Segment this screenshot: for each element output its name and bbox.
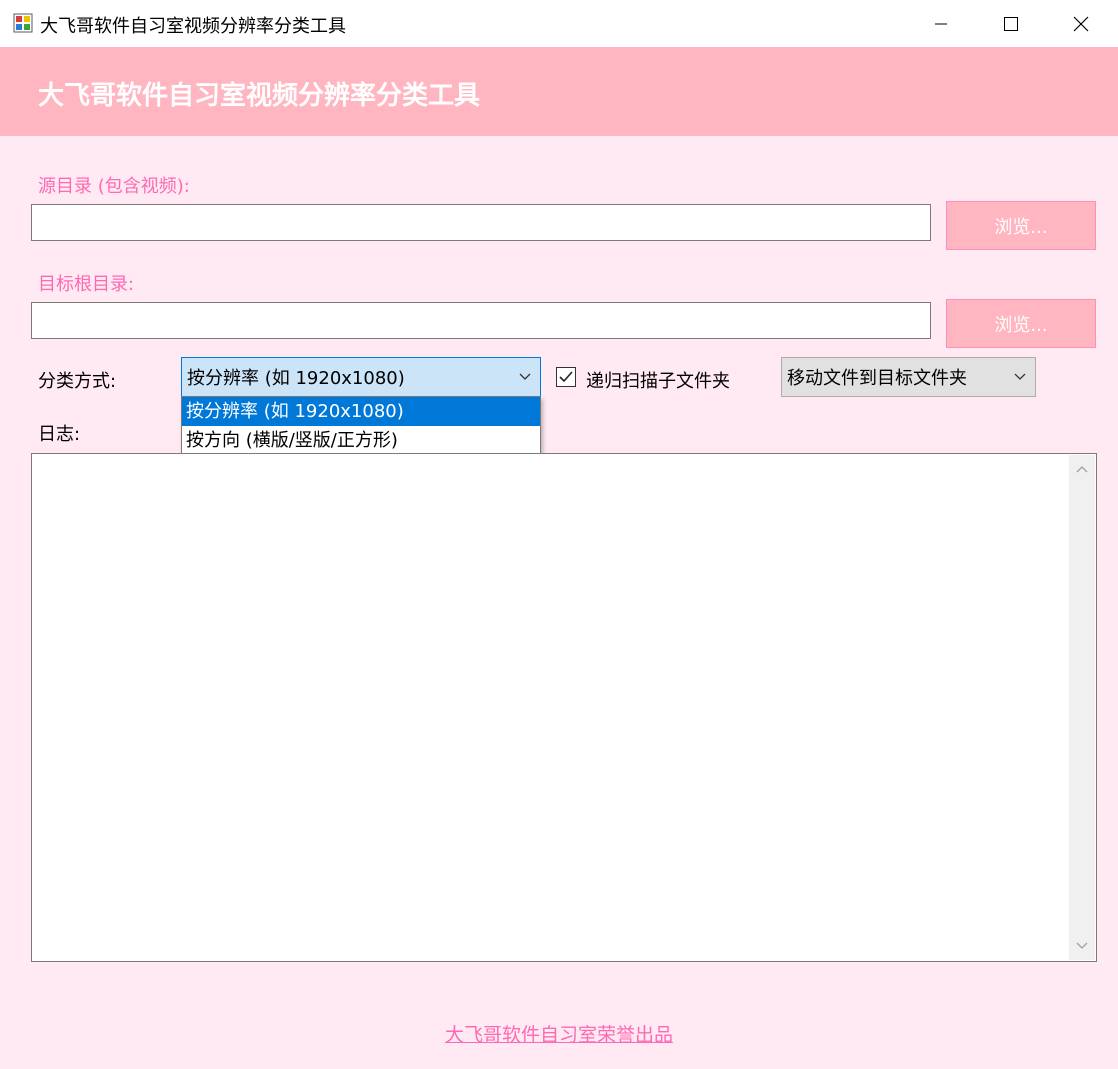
minimize-icon <box>935 23 947 24</box>
classify-label: 分类方式: <box>38 371 117 392</box>
action-combobox[interactable]: 移动文件到目标文件夹 <box>781 357 1036 397</box>
close-button[interactable] <box>1046 0 1116 47</box>
target-dir-input[interactable] <box>31 302 931 339</box>
log-textarea[interactable] <box>31 453 1097 962</box>
log-scrollbar[interactable] <box>1069 455 1095 960</box>
checkbox-checked-icon <box>556 367 576 387</box>
target-dir-label: 目标根目录: <box>38 274 135 295</box>
scroll-down-icon[interactable] <box>1069 936 1095 956</box>
classify-combobox[interactable]: 按分辨率 (如 1920x1080) <box>181 357 541 397</box>
footer-credit-link[interactable]: 大飞哥软件自习室荣誉出品 <box>0 1020 1118 1047</box>
source-dir-input[interactable] <box>31 204 931 241</box>
recursive-label[interactable]: 递归扫描子文件夹 <box>586 367 730 393</box>
recursive-checkbox[interactable] <box>556 367 576 387</box>
window-title: 大飞哥软件自习室视频分辨率分类工具 <box>40 16 346 37</box>
minimize-button[interactable] <box>906 0 976 47</box>
chevron-down-icon <box>510 373 540 381</box>
maximize-icon <box>1004 16 1018 31</box>
target-browse-button[interactable]: 浏览... <box>946 299 1096 348</box>
app-icon <box>13 13 33 33</box>
window-titlebar: 大飞哥软件自习室视频分辨率分类工具 <box>0 0 1118 47</box>
classify-option-orientation[interactable]: 按方向 (横版/竖版/正方形) <box>182 426 540 455</box>
classify-dropdown-list: 按分辨率 (如 1920x1080) 按方向 (横版/竖版/正方形) <box>181 396 541 456</box>
header-title: 大飞哥软件自习室视频分辨率分类工具 <box>38 81 481 111</box>
maximize-button[interactable] <box>976 0 1046 47</box>
scroll-up-icon[interactable] <box>1069 459 1095 479</box>
close-icon <box>1073 16 1089 31</box>
header-band: 大飞哥软件自习室视频分辨率分类工具 <box>0 47 1118 136</box>
log-label: 日志: <box>38 424 81 445</box>
classify-selected-value: 按分辨率 (如 1920x1080) <box>187 368 405 389</box>
action-selected-value: 移动文件到目标文件夹 <box>787 368 967 389</box>
classify-option-resolution[interactable]: 按分辨率 (如 1920x1080) <box>182 397 540 426</box>
source-dir-label: 源目录 (包含视频): <box>38 176 190 197</box>
chevron-down-icon <box>1005 373 1035 381</box>
source-browse-button[interactable]: 浏览... <box>946 201 1096 250</box>
